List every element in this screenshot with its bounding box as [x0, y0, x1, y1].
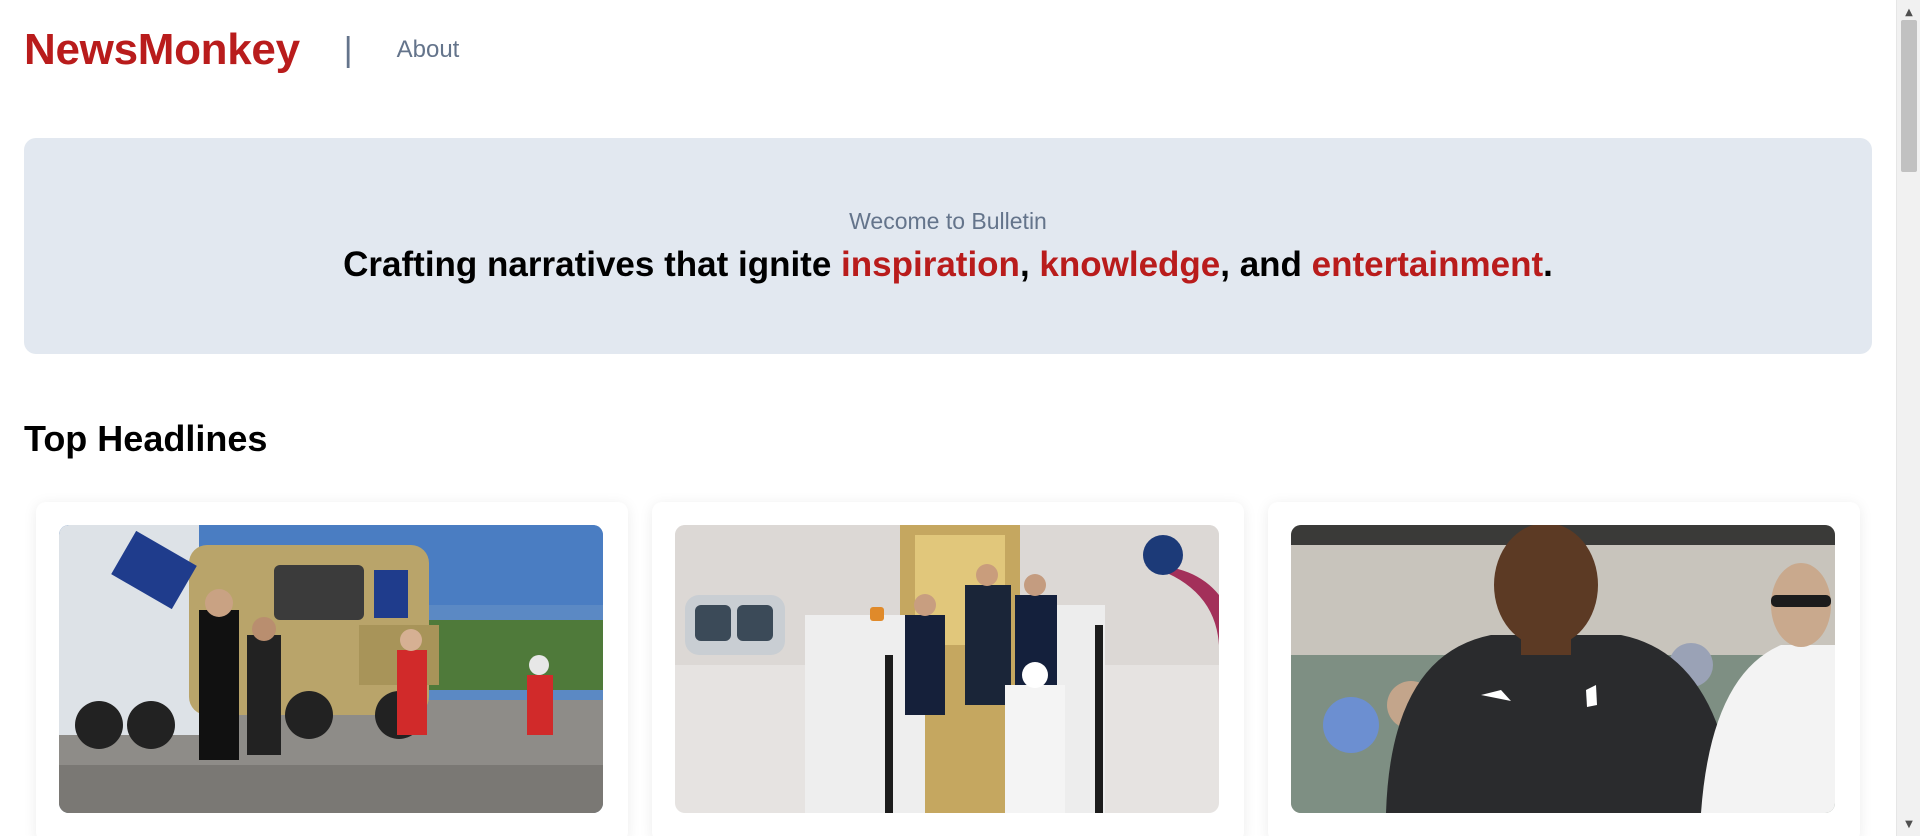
- news-card-image[interactable]: [675, 525, 1219, 813]
- hero-title-text: Crafting narratives that ignite: [343, 244, 842, 284]
- section-title-top-headlines: Top Headlines: [24, 418, 268, 459]
- news-card-image[interactable]: [59, 525, 603, 813]
- nav-separator: |: [343, 30, 353, 69]
- news-card[interactable]: [1268, 502, 1860, 836]
- vertical-scrollbar[interactable]: ▲ ▼: [1896, 0, 1920, 836]
- navbar: NewsMonkey | About: [24, 0, 1872, 100]
- triangle-up-icon[interactable]: ▲: [1897, 2, 1920, 22]
- scrollbar-thumb[interactable]: [1901, 20, 1917, 172]
- hero-banner: Wecome to Bulletin Crafting narratives t…: [24, 138, 1872, 354]
- hero-subtitle: Wecome to Bulletin: [849, 207, 1047, 234]
- hero-title: Crafting narratives that ignite inspirat…: [343, 245, 1553, 285]
- hero-title-separator: ,: [1019, 244, 1040, 284]
- hero-title-end: .: [1543, 244, 1553, 284]
- main-content: NewsMonkey | About Wecome to Bulletin Cr…: [0, 0, 1896, 836]
- news-card[interactable]: [36, 502, 628, 836]
- hero-title-separator: , and: [1220, 244, 1312, 284]
- hero-highlight-knowledge: knowledge: [1039, 244, 1221, 284]
- page: NewsMonkey | About Wecome to Bulletin Cr…: [0, 0, 1920, 836]
- aircraft-stairs-photo: [675, 525, 1219, 813]
- headline-cards: [24, 502, 1872, 836]
- brand-logo-link[interactable]: NewsMonkey: [24, 25, 300, 75]
- nav-link-about[interactable]: About: [397, 36, 460, 64]
- hero-highlight-entertainment: entertainment: [1311, 244, 1544, 284]
- hero-highlight-inspiration: inspiration: [841, 244, 1020, 284]
- coach-photo: [1291, 525, 1835, 813]
- triangle-down-icon[interactable]: ▼: [1897, 814, 1920, 834]
- news-card[interactable]: [652, 502, 1244, 836]
- uaw-strike-photo: [59, 525, 603, 813]
- news-card-image[interactable]: [1291, 525, 1835, 813]
